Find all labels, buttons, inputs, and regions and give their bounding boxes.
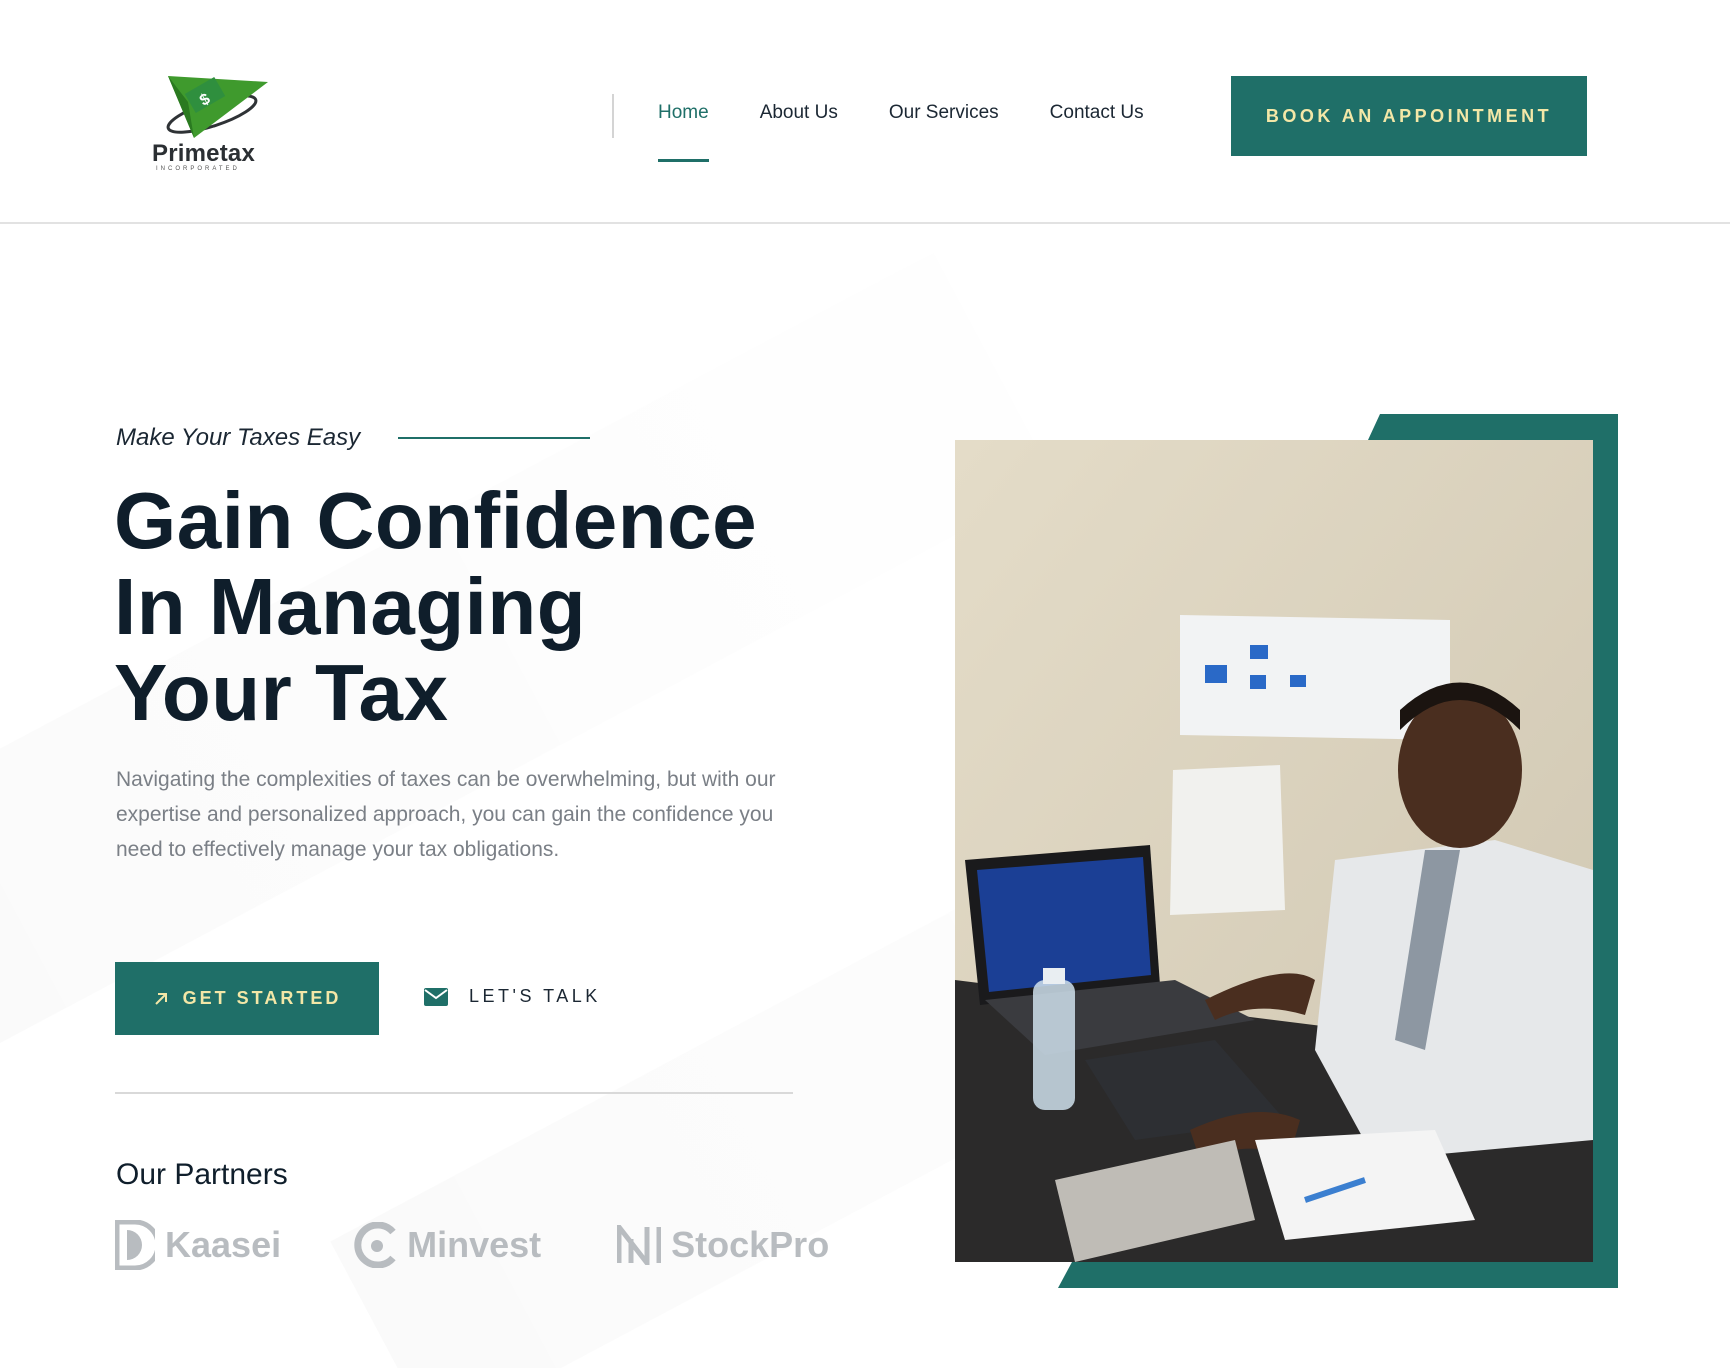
photo-frame-right <box>1592 414 1618 1286</box>
partner-minvest: Minvest <box>353 1222 541 1268</box>
brand-name: Primetax <box>152 140 255 167</box>
nav-our-services[interactable]: Our Services <box>889 102 999 124</box>
book-appointment-button[interactable]: BOOK AN APPOINTMENT <box>1231 76 1587 156</box>
lets-talk-button[interactable]: LET'S TALK <box>423 986 601 1007</box>
site-header: $ Primetax INCORPORATED Home About Us Ou… <box>0 0 1730 224</box>
minvest-logo-icon <box>354 1222 396 1268</box>
partner-minvest-name: Minvest <box>407 1224 542 1265</box>
partner-stockpro-name: StockPro <box>671 1224 830 1265</box>
brand-tagline: INCORPORATED <box>156 166 240 172</box>
get-started-label: GET STARTED <box>182 988 342 1008</box>
hero-headline: Gain Confidence In Managing Your Tax <box>114 478 834 736</box>
headline-line-1: Gain Confidence <box>114 476 758 565</box>
photo-frame-bottom <box>1058 1262 1618 1288</box>
eyebrow-line <box>398 437 590 439</box>
section-divider <box>115 1092 793 1094</box>
envelope-icon <box>424 987 448 1006</box>
hero-photo <box>955 440 1593 1262</box>
nav-about-us[interactable]: About Us <box>760 102 838 124</box>
arrow-up-right-icon <box>154 992 167 1005</box>
nav-home[interactable]: Home <box>658 102 709 162</box>
partner-kaasei-name: Kaasei <box>165 1224 282 1265</box>
kaasei-logo-icon <box>115 1220 155 1270</box>
headline-line-2: In Managing <box>114 562 587 651</box>
partner-kaasei: Kaasei <box>115 1220 281 1270</box>
lets-talk-label: LET'S TALK <box>469 986 601 1006</box>
stockpro-logo-icon <box>617 1225 662 1265</box>
main-nav: Home About Us Our Services Contact Us <box>658 102 1144 162</box>
partners-title: Our Partners <box>116 1158 288 1191</box>
nav-contact-us[interactable]: Contact Us <box>1050 102 1144 124</box>
partner-stockpro: StockPro <box>617 1224 829 1266</box>
hero-description: Navigating the complexities of taxes can… <box>116 768 776 861</box>
photo-frame-top <box>1368 414 1618 440</box>
headline-line-3: Your Tax <box>114 648 449 737</box>
hero-eyebrow: Make Your Taxes Easy <box>116 424 361 451</box>
nav-separator <box>612 94 614 138</box>
partners-logos: Kaasei Minvest StockPro <box>115 1220 829 1270</box>
get-started-button[interactable]: GET STARTED <box>115 962 379 1035</box>
